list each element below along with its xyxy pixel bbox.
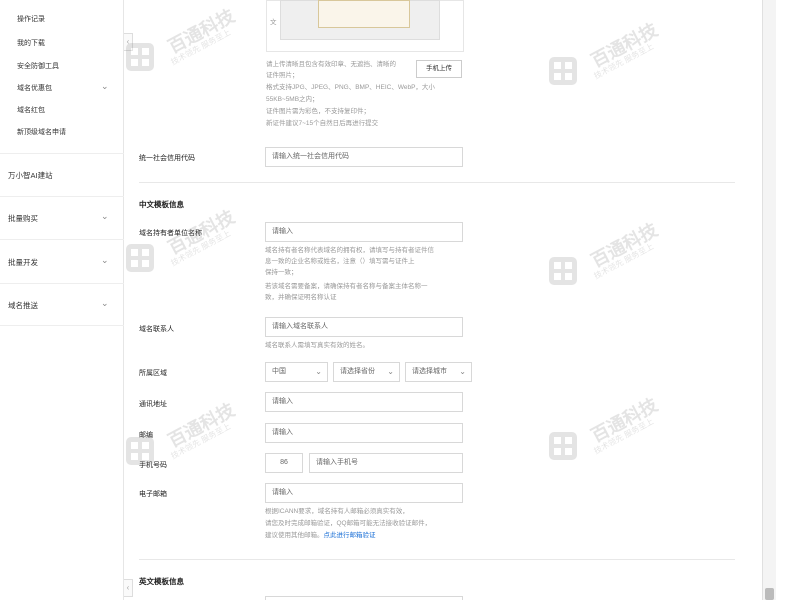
watermark-brand: 百通科技 bbox=[164, 5, 238, 58]
sidebar-collapse-toggle-bottom[interactable]: ‹ bbox=[124, 579, 133, 597]
email-hint-line: 根据ICANN要求，域名持有人邮箱必须真实有效， bbox=[265, 508, 409, 515]
upload-hint-line: 证件图片需为彩色，不支持复印件； bbox=[266, 108, 370, 115]
page: 操作记录 我的下载 安全防御工具 域名优惠包 ⌄ 域名红包 新顶级域名申请 万小… bbox=[0, 0, 800, 600]
region-label: 所属区域 bbox=[139, 370, 167, 377]
owner-hint-line: 保持一致； bbox=[265, 269, 298, 276]
scrollbar-track[interactable] bbox=[762, 0, 776, 600]
watermark-slogan: 技术领先 服务至上 bbox=[169, 27, 233, 67]
email-hint-line: 请您及时完成邮箱验证，QQ邮箱可能无法接收验证邮件， bbox=[265, 520, 432, 527]
watermark-slogan: 技术领先 服务至上 bbox=[592, 41, 656, 81]
address-label: 通讯地址 bbox=[139, 401, 167, 408]
watermark-logo-icon bbox=[549, 257, 577, 285]
email-hint-wrap: 建议使用其他邮箱。点此进行邮箱验证 bbox=[265, 531, 376, 541]
contact-input[interactable]: 请输入域名联系人 bbox=[265, 317, 463, 337]
watermark: 百通科技 技术领先 服务至上 bbox=[548, 395, 718, 495]
divider bbox=[0, 196, 124, 197]
divider bbox=[0, 239, 124, 240]
watermark: 百通科技 技术领先 服务至上 bbox=[548, 20, 718, 120]
chevron-down-icon: ⌄ bbox=[387, 367, 394, 376]
city-value: 请选择城市 bbox=[412, 368, 447, 375]
watermark-brand: 百通科技 bbox=[587, 219, 661, 272]
sidebar-item-domain-package[interactable]: 域名优惠包 bbox=[17, 83, 52, 93]
watermark-logo-icon bbox=[549, 57, 577, 85]
chevron-down-icon: ⌄ bbox=[459, 367, 466, 376]
upload-hint-line: 新证件建议7~15个自然日后再进行提交 bbox=[266, 120, 379, 127]
chevron-down-icon[interactable]: ⌄ bbox=[101, 298, 109, 309]
zip-label: 邮编 bbox=[139, 432, 153, 439]
watermark-brand: 百通科技 bbox=[587, 19, 661, 72]
sidebar-group-ai-site[interactable]: 万小智AI建站 bbox=[8, 170, 53, 181]
upload-hint-line: 格式支持JPG、JPEG、PNG、BMP、HEIC、WebP，大小 bbox=[266, 84, 435, 91]
watermark-logo-icon bbox=[126, 244, 154, 272]
watermark-brand: 百通科技 bbox=[587, 394, 661, 447]
owner-input[interactable]: 请输入 bbox=[265, 222, 463, 242]
province-select[interactable]: 请选择省份 ⌄ bbox=[333, 362, 400, 382]
email-input[interactable]: 请输入 bbox=[265, 483, 463, 503]
owner-hint-line: 息一致的企业名称或姓名，注意（）填写需与证件上 bbox=[265, 258, 415, 265]
owner-hint-line: 域名持有者名称代表域名的拥有权，请填写与持有者证件信 bbox=[265, 247, 434, 254]
credit-code-input[interactable]: 请输入统一社会信用代码 bbox=[265, 147, 463, 167]
en-first-input[interactable] bbox=[265, 596, 463, 600]
cn-template-title: 中文模板信息 bbox=[139, 200, 184, 209]
owner-hint-line: 若该域名需要备案，请确保持有者名称与备案主体名称一 bbox=[265, 283, 428, 290]
contact-label: 域名联系人 bbox=[139, 326, 174, 333]
upload-hint-line: 证件照片； bbox=[266, 72, 299, 79]
watermark-logo-icon bbox=[549, 432, 577, 460]
province-value: 请选择省份 bbox=[340, 368, 375, 375]
divider bbox=[0, 283, 124, 284]
mobile-upload-button[interactable]: 手机上传 bbox=[416, 60, 462, 78]
right-edge bbox=[776, 0, 800, 600]
phone-input[interactable]: 请输入手机号 bbox=[309, 453, 463, 473]
sidebar-group-bulk-buy[interactable]: 批量购买 bbox=[8, 213, 38, 224]
section-divider bbox=[139, 182, 735, 183]
sidebar-collapse-toggle[interactable]: ‹ bbox=[124, 33, 133, 51]
watermark: 百通科技 技术领先 服务至上 bbox=[548, 220, 718, 320]
country-value: 中国 bbox=[272, 368, 286, 375]
sidebar-group-bulk-dev[interactable]: 批量开发 bbox=[8, 257, 38, 268]
watermark-slogan: 技术领先 服务至上 bbox=[592, 241, 656, 281]
sidebar-item-security[interactable]: 安全防御工具 bbox=[17, 61, 59, 71]
city-select[interactable]: 请选择城市 ⌄ bbox=[405, 362, 472, 382]
sidebar-item-new-tld[interactable]: 新顶级域名申请 bbox=[17, 127, 66, 137]
sidebar-item-my-downloads[interactable]: 我的下载 bbox=[17, 38, 45, 48]
chevron-down-icon[interactable]: ⌄ bbox=[101, 81, 109, 92]
en-template-title: 英文模板信息 bbox=[139, 577, 184, 586]
email-verify-link[interactable]: 点此进行邮箱验证 bbox=[324, 532, 376, 539]
country-select[interactable]: 中国 ⌄ bbox=[265, 362, 328, 382]
contact-hint: 域名联系人需填写真实有效的姓名。 bbox=[265, 342, 369, 349]
watermark-brand: 百通科技 bbox=[164, 399, 238, 452]
credit-code-label: 统一社会信用代码 bbox=[139, 155, 195, 162]
section-divider bbox=[139, 559, 735, 560]
chevron-down-icon: ⌄ bbox=[315, 367, 322, 376]
phone-country-code[interactable]: 86 bbox=[265, 453, 303, 473]
sidebar-item-domain-redpacket[interactable]: 域名红包 bbox=[17, 105, 45, 115]
zip-input[interactable]: 请输入 bbox=[265, 423, 463, 443]
certificate-thumbnail bbox=[318, 0, 410, 28]
upload-hint-line: 请上传清晰且包含有效印章、无遮挡、清晰的 bbox=[266, 61, 396, 68]
owner-label: 域名持有者单位名称 bbox=[139, 230, 202, 237]
owner-hint-line: 致，并确保证明名称认证 bbox=[265, 294, 337, 301]
watermark-slogan: 技术领先 服务至上 bbox=[169, 421, 233, 461]
divider bbox=[0, 153, 124, 154]
upload-hint-line: 55KB~5MB之内； bbox=[266, 96, 319, 103]
address-input[interactable]: 请输入 bbox=[265, 392, 463, 412]
divider bbox=[0, 325, 124, 326]
email-hint-line: 建议使用其他邮箱。 bbox=[265, 532, 324, 539]
watermark-slogan: 技术领先 服务至上 bbox=[592, 416, 656, 456]
preview-caption: 文 bbox=[270, 19, 277, 26]
chevron-down-icon[interactable]: ⌄ bbox=[101, 255, 109, 266]
chevron-down-icon[interactable]: ⌄ bbox=[101, 211, 109, 222]
phone-label: 手机号码 bbox=[139, 462, 167, 469]
sidebar-item-operation-log[interactable]: 操作记录 bbox=[17, 14, 45, 24]
sidebar-group-domain-push[interactable]: 域名推送 bbox=[8, 300, 38, 311]
scrollbar-thumb[interactable] bbox=[765, 588, 774, 600]
sidebar: 操作记录 我的下载 安全防御工具 域名优惠包 ⌄ 域名红包 新顶级域名申请 万小… bbox=[0, 0, 124, 600]
email-label: 电子邮箱 bbox=[139, 491, 167, 498]
